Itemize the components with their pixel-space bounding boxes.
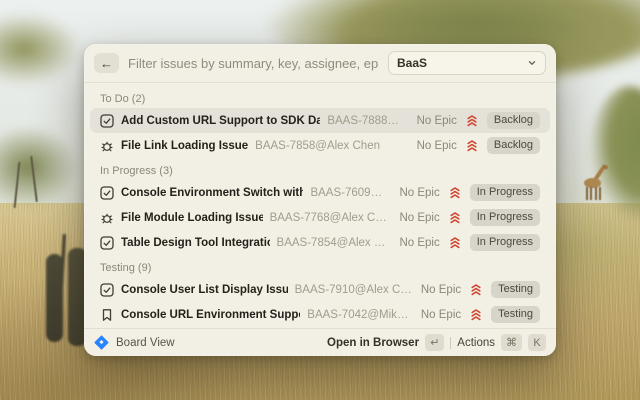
issue-title: Add Custom URL Support to SDK Data Table… (121, 115, 320, 127)
jira-icon (94, 335, 109, 350)
issue-key-assignee: BAAS-7854@Alex Chen (277, 237, 393, 249)
issue-key-assignee: BAAS-7858@Alex Chen (255, 140, 380, 152)
context-label: Board View (116, 337, 175, 349)
issue-title: Console User List Display Issue (121, 284, 288, 296)
footer-divider (450, 337, 451, 349)
issue-key-assignee: BAAS-7768@Alex Chen (270, 212, 393, 224)
section-header: In Progress (3) (90, 158, 550, 180)
priority-highest-icon (469, 283, 483, 297)
status-badge: In Progress (470, 209, 540, 226)
return-key-icon: ↵ (425, 334, 444, 351)
priority-highest-icon (448, 236, 462, 250)
actions-button[interactable]: Actions (457, 337, 495, 349)
status-badge: In Progress (470, 184, 540, 201)
issue-key-assignee: BAAS-7609@Alex Chen (310, 187, 392, 199)
epic-label: No Epic (399, 212, 439, 224)
chevron-down-icon (527, 58, 537, 68)
task-checkbox-icon (100, 186, 114, 200)
palette-header: ← BaaS (84, 44, 556, 83)
issue-row[interactable]: File Link Loading Issue BAAS-7858@Alex C… (90, 133, 550, 158)
task-checkbox-icon (100, 114, 114, 128)
command-key-icon: ⌘ (501, 334, 522, 351)
issue-title: Console URL Environment Support (121, 309, 300, 321)
k-key-icon: K (528, 334, 546, 351)
status-badge: Testing (491, 306, 540, 323)
issue-list: To Do (2) Add Custom URL Support to SDK … (84, 83, 556, 328)
open-in-browser-button[interactable]: Open in Browser (327, 337, 419, 349)
issue-key-assignee: BAAS-7888@Alex Chen (327, 115, 409, 127)
issue-row[interactable]: Console URL Environment Support BAAS-704… (90, 302, 550, 327)
epic-label: No Epic (399, 187, 439, 199)
giraffe (582, 165, 616, 201)
status-badge: Backlog (487, 112, 540, 129)
status-badge: Backlog (487, 137, 540, 154)
section-header: To Do (2) (90, 86, 550, 108)
issue-row[interactable]: Table Design Tool Integration BAAS-7854@… (90, 230, 550, 255)
bug-icon (100, 139, 114, 153)
priority-highest-icon (448, 211, 462, 225)
palette-footer: Board View Open in Browser ↵ Actions ⌘ K (84, 328, 556, 356)
status-badge: Testing (491, 281, 540, 298)
status-badge: In Progress (470, 234, 540, 251)
task-checkbox-icon (100, 236, 114, 250)
project-dropdown[interactable]: BaaS (388, 51, 546, 75)
section-header: Testing (9) (90, 255, 550, 277)
issue-filter-palette: ← BaaS To Do (2) Add Cus (84, 44, 556, 356)
back-button[interactable]: ← (94, 53, 119, 73)
issue-title: File Module Loading Issue (121, 212, 263, 224)
epic-label: No Epic (421, 284, 461, 296)
project-dropdown-value: BaaS (397, 56, 427, 70)
issue-title: Console Environment Switch with URL Para… (121, 187, 303, 199)
issue-row[interactable]: Console Environment Switch with URL Para… (90, 180, 550, 205)
epic-label: No Epic (421, 309, 461, 321)
issue-row[interactable]: Add Custom URL Support to SDK Data Table… (90, 108, 550, 133)
priority-highest-icon (465, 139, 479, 153)
bug-icon (100, 211, 114, 225)
priority-highest-icon (448, 186, 462, 200)
footer-actions: Open in Browser ↵ Actions ⌘ K (327, 334, 546, 351)
priority-highest-icon (469, 308, 483, 322)
task-checkbox-icon (100, 283, 114, 297)
bookmark-story-icon (100, 308, 114, 322)
issue-title: File Link Loading Issue (121, 140, 248, 152)
search-input[interactable] (128, 56, 379, 71)
issue-row[interactable]: File Module Loading Issue BAAS-7768@Alex… (90, 205, 550, 230)
epic-label: No Epic (417, 115, 457, 127)
priority-highest-icon (465, 114, 479, 128)
back-arrow-icon: ← (100, 56, 113, 71)
issue-key-assignee: BAAS-7042@Mike Liu (307, 309, 414, 321)
issue-title: Table Design Tool Integration (121, 237, 270, 249)
issue-key-assignee: BAAS-7910@Alex Chen (295, 284, 414, 296)
epic-label: No Epic (417, 140, 457, 152)
issue-row[interactable]: Console User List Display Issue BAAS-791… (90, 277, 550, 302)
epic-label: No Epic (399, 237, 439, 249)
